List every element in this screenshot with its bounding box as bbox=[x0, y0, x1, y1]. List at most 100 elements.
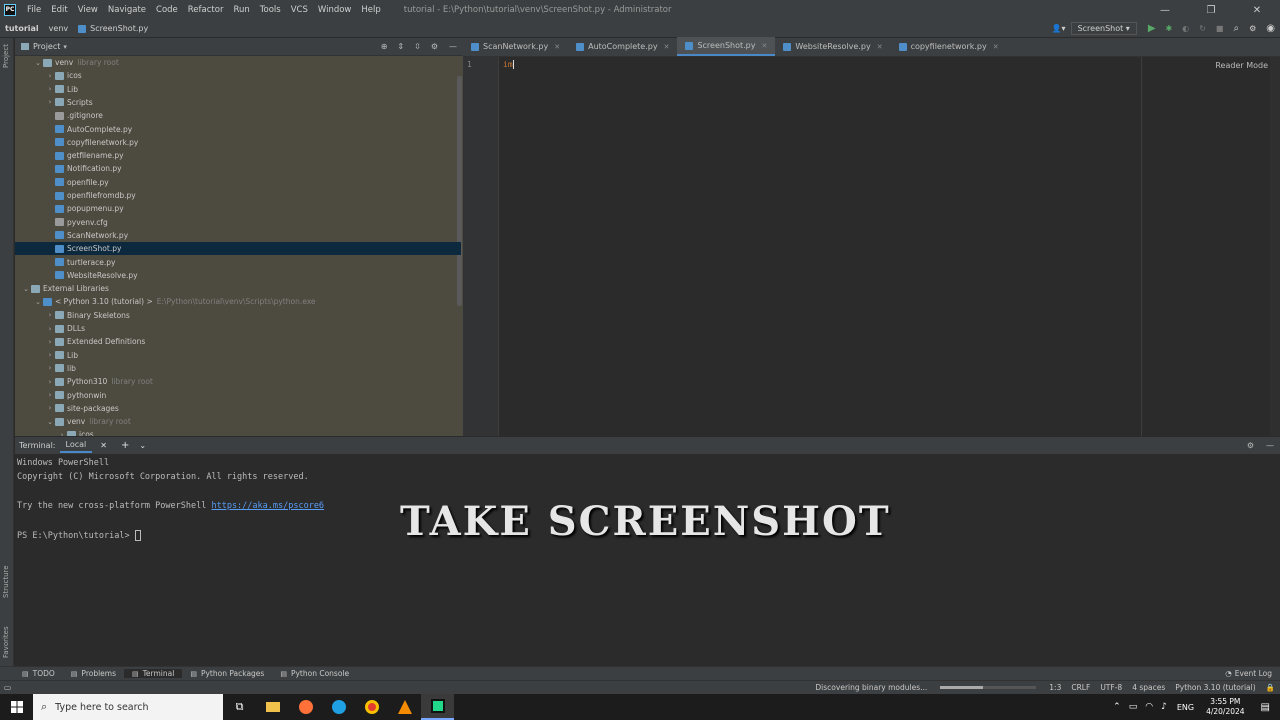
menu-help[interactable]: Help bbox=[356, 5, 385, 15]
vlc-icon[interactable] bbox=[388, 694, 421, 720]
tree-item[interactable]: ⌄ venv library root bbox=[15, 56, 461, 69]
close-tab-icon[interactable]: ✕ bbox=[664, 43, 670, 51]
tree-item[interactable]: WebsiteResolve.py bbox=[15, 269, 461, 282]
tree-item[interactable]: › Lib bbox=[15, 83, 461, 96]
ide-update-icon[interactable]: ◉ bbox=[1261, 23, 1280, 34]
hide-icon[interactable]: — bbox=[443, 42, 463, 51]
terminal-prompt[interactable]: PS E:\Python\tutorial> bbox=[17, 530, 141, 541]
tree-item[interactable]: pyvenv.cfg bbox=[15, 216, 461, 229]
structure-tool-label[interactable]: Structure bbox=[2, 565, 10, 598]
chevron-down-icon[interactable]: ⌄ bbox=[21, 285, 31, 293]
tree-item[interactable]: Notification.py bbox=[15, 162, 461, 175]
close-tab-icon[interactable]: ✕ bbox=[877, 43, 883, 51]
locate-icon[interactable]: ⊕ bbox=[376, 42, 393, 51]
gear-icon[interactable]: ⚙ bbox=[426, 42, 443, 51]
editor-tab[interactable]: WebsiteResolve.py ✕ bbox=[775, 37, 890, 56]
tree-item[interactable]: .gitignore bbox=[15, 109, 461, 122]
chevron-right-icon[interactable]: › bbox=[45, 364, 55, 372]
gear-icon[interactable]: ⚙ bbox=[1241, 441, 1260, 450]
breadcrumb-project[interactable]: tutorial bbox=[0, 24, 44, 33]
chevron-down-icon[interactable]: ▾ bbox=[63, 43, 67, 51]
status-indent[interactable]: 4 spaces bbox=[1127, 683, 1170, 692]
windows-start-icon[interactable] bbox=[0, 694, 33, 720]
edge-icon[interactable] bbox=[322, 694, 355, 720]
chevron-down-icon[interactable]: ⌄ bbox=[33, 59, 43, 67]
network-icon[interactable]: ▭ bbox=[1125, 702, 1142, 712]
file-explorer-icon[interactable] bbox=[256, 694, 289, 720]
tool-window-python-console[interactable]: ▤ Python Console bbox=[272, 669, 357, 678]
menu-window[interactable]: Window bbox=[313, 5, 357, 15]
editor-tab[interactable]: ScanNetwork.py ✕ bbox=[463, 37, 568, 56]
tree-item[interactable]: ScreenShot.py bbox=[15, 242, 461, 256]
run-icon[interactable]: ▶ bbox=[1143, 23, 1161, 34]
chevron-right-icon[interactable]: › bbox=[45, 325, 55, 333]
tree-item[interactable]: › DLLs bbox=[15, 322, 461, 335]
tree-item[interactable]: popupmenu.py bbox=[15, 202, 461, 215]
close-tab-icon[interactable]: ✕ bbox=[554, 43, 560, 51]
toggle-tool-windows-icon[interactable]: ▭ bbox=[0, 683, 16, 692]
settings-icon[interactable]: ⚙ bbox=[1244, 24, 1261, 33]
lock-icon[interactable]: 🔒 bbox=[1261, 683, 1280, 692]
close-icon[interactable]: ✕ bbox=[1234, 5, 1280, 16]
tree-item[interactable]: › Extended Definitions bbox=[15, 335, 461, 348]
menu-view[interactable]: View bbox=[73, 5, 103, 15]
volume-icon[interactable]: ♪ bbox=[1157, 702, 1171, 712]
chevron-down-icon[interactable]: ⌄ bbox=[135, 441, 150, 450]
language-indicator[interactable]: ENG bbox=[1171, 703, 1200, 712]
project-panel-title[interactable]: Project bbox=[33, 42, 60, 51]
code-editor[interactable]: 1 im Reader Mode bbox=[463, 57, 1280, 436]
chevron-down-icon[interactable]: ⌄ bbox=[45, 418, 55, 426]
reader-mode-button[interactable]: Reader Mode bbox=[1215, 61, 1268, 70]
tree-item[interactable]: ScanNetwork.py bbox=[15, 229, 461, 242]
minimize-icon[interactable]: — bbox=[1142, 5, 1188, 16]
tree-item[interactable]: › icos bbox=[15, 69, 461, 82]
tree-item[interactable]: AutoComplete.py bbox=[15, 123, 461, 136]
tree-item[interactable]: ⌄ External Libraries bbox=[15, 282, 461, 295]
expand-all-icon[interactable]: ⇕ bbox=[392, 42, 409, 51]
profile-icon[interactable]: ↻ bbox=[1194, 24, 1211, 33]
tree-item[interactable]: › Lib bbox=[15, 349, 461, 362]
menu-vcs[interactable]: VCS bbox=[286, 5, 313, 15]
menu-tools[interactable]: Tools bbox=[255, 5, 286, 15]
clock[interactable]: 3:55 PM 4/20/2024 bbox=[1200, 697, 1250, 717]
tree-item[interactable]: › icos bbox=[15, 428, 461, 436]
tool-window-problems[interactable]: ▤ Problems bbox=[63, 669, 124, 678]
firefox-icon[interactable] bbox=[289, 694, 322, 720]
tree-item[interactable]: › lib bbox=[15, 362, 461, 375]
wifi-icon[interactable]: ◠ bbox=[1141, 702, 1157, 712]
task-view-icon[interactable]: ⧉ bbox=[223, 694, 256, 720]
debug-icon[interactable]: ✱ bbox=[1161, 24, 1178, 33]
search-icon[interactable]: ⌕ bbox=[1228, 23, 1244, 34]
editor-tab[interactable]: AutoComplete.py ✕ bbox=[568, 37, 677, 56]
chevron-right-icon[interactable]: › bbox=[57, 431, 67, 436]
menu-file[interactable]: File bbox=[22, 5, 46, 15]
close-tab-icon[interactable]: ✕ bbox=[762, 42, 768, 50]
tool-window-todo[interactable]: ▤ TODO bbox=[14, 669, 63, 678]
hide-icon[interactable]: — bbox=[1260, 441, 1280, 450]
editor-scrollbar[interactable] bbox=[1270, 57, 1280, 436]
tree-item[interactable]: › Scripts bbox=[15, 96, 461, 109]
chevron-right-icon[interactable]: › bbox=[45, 338, 55, 346]
maximize-icon[interactable]: ❐ bbox=[1188, 5, 1234, 16]
new-tab-icon[interactable]: + bbox=[115, 440, 135, 451]
menu-navigate[interactable]: Navigate bbox=[103, 5, 151, 15]
menu-code[interactable]: Code bbox=[151, 5, 183, 15]
notification-icon[interactable]: ▤ bbox=[1251, 702, 1280, 713]
chevron-right-icon[interactable]: › bbox=[45, 378, 55, 386]
stop-icon[interactable]: ■ bbox=[1211, 24, 1229, 33]
tree-item[interactable]: › site-packages bbox=[15, 402, 461, 415]
pscore-link[interactable]: https://aka.ms/pscore6 bbox=[211, 501, 324, 511]
close-tab-icon[interactable]: ✕ bbox=[92, 441, 115, 450]
status-interpreter[interactable]: Python 3.10 (tutorial) bbox=[1170, 683, 1260, 692]
user-icon[interactable]: 👤▾ bbox=[1047, 24, 1071, 33]
favorites-tool-label[interactable]: Favorites bbox=[2, 626, 10, 658]
chevron-right-icon[interactable]: › bbox=[45, 85, 55, 93]
event-log-button[interactable]: ◔ Event Log bbox=[1217, 669, 1280, 678]
breadcrumb-file[interactable]: ScreenShot.py bbox=[73, 24, 153, 33]
tool-window-python-packages[interactable]: ▤ Python Packages bbox=[182, 669, 272, 678]
status-encoding[interactable]: UTF-8 bbox=[1095, 683, 1127, 692]
taskbar-search-box[interactable]: ⌕ Type here to search bbox=[33, 694, 223, 720]
menu-edit[interactable]: Edit bbox=[46, 5, 72, 15]
tree-item[interactable]: getfilename.py bbox=[15, 149, 461, 162]
chevron-right-icon[interactable]: › bbox=[45, 98, 55, 106]
